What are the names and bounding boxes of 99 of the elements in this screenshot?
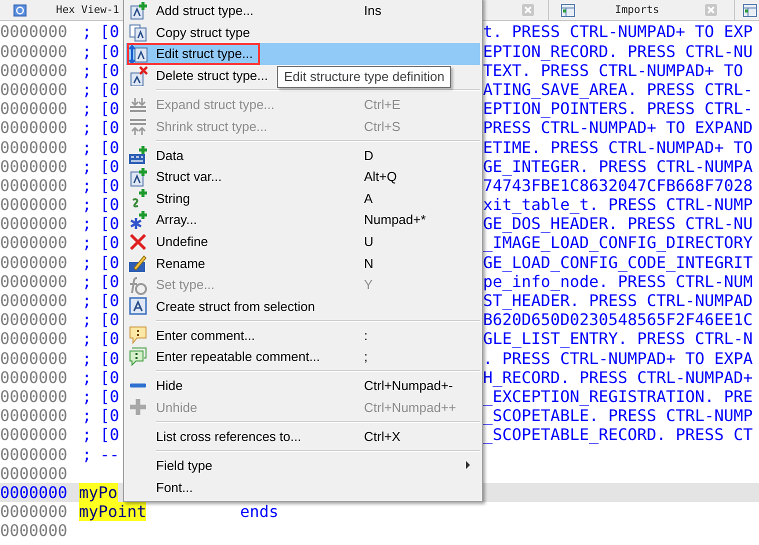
address: 0000000 bbox=[0, 118, 68, 138]
comment-text: -- bbox=[100, 444, 120, 464]
comment-text: _SCOPETABLE_RECORD. PRESS CT bbox=[483, 425, 753, 445]
address: 0000000 bbox=[0, 464, 68, 483]
comment-mark: ; bbox=[82, 233, 92, 253]
address: 0000000 bbox=[0, 329, 68, 349]
address: 0000000 bbox=[0, 214, 68, 234]
comment-text: PRESS CTRL-NUMPAD+ TO EXPAND bbox=[483, 118, 753, 138]
comment-text: H_RECORD. PRESS CTRL-NUMPAD+ bbox=[483, 368, 753, 387]
address: 0000000 bbox=[0, 310, 68, 330]
address: 0000000 bbox=[0, 386, 68, 406]
comment-text: [0 bbox=[100, 99, 120, 118]
comment-mark: ; bbox=[82, 60, 92, 80]
comment-text: ST_HEADER. PRESS CTRL-NUMPAD bbox=[483, 291, 753, 310]
comment-mark: ; bbox=[82, 99, 92, 118]
comment-text: [0 bbox=[100, 138, 120, 157]
address: 0000000 bbox=[0, 348, 68, 368]
comment-text: EPTION_RECORD. PRESS CTRL-NU bbox=[483, 42, 753, 61]
comment-mark: ; bbox=[82, 368, 92, 387]
comment-mark: ; bbox=[82, 329, 92, 349]
address: 0000000 bbox=[0, 368, 68, 387]
address: 0000000 bbox=[0, 42, 68, 61]
comment-text: [0 bbox=[100, 156, 120, 176]
address: 0000000 bbox=[0, 502, 68, 522]
comment-mark: ; bbox=[82, 138, 92, 157]
comment-text: [0 bbox=[100, 214, 120, 234]
comment-mark: ; bbox=[82, 444, 92, 464]
comment-mark: ; bbox=[82, 310, 92, 330]
comment-text: EPTION_POINTERS. PRESS CTRL- bbox=[483, 99, 753, 118]
comment-text: pe_info_node. PRESS CTRL-NUM bbox=[483, 272, 753, 292]
address: 0000000 bbox=[0, 444, 68, 464]
address: 0000000 bbox=[0, 138, 68, 157]
comment-text: ATING_SAVE_AREA. PRESS CTRL- bbox=[483, 80, 753, 100]
comment-text: _EXCEPTION_REGISTRATION. PRE bbox=[483, 386, 753, 406]
comment-mark: ; bbox=[82, 176, 92, 196]
comment-text: TEXT. PRESS CTRL-NUMPAD+ TO bbox=[483, 60, 744, 80]
comment-text: [0 bbox=[100, 252, 120, 272]
comment-text: B620D650D0230548565F2F46EE1C bbox=[483, 310, 753, 330]
comment-text: GE_INTEGER. PRESS CTRL-NUMPA bbox=[483, 156, 753, 176]
address: 0000000 bbox=[0, 521, 68, 540]
address: 0000000 bbox=[0, 482, 68, 502]
comment-text: [0 bbox=[100, 368, 120, 387]
struct-name: myPoint bbox=[79, 502, 146, 522]
comment-text: [0 bbox=[100, 348, 120, 368]
address: 0000000 bbox=[0, 80, 68, 100]
address: 0000000 bbox=[0, 156, 68, 176]
address: 0000000 bbox=[0, 252, 68, 272]
comment-mark: ; bbox=[82, 406, 92, 426]
comment-text: [0 bbox=[100, 233, 120, 253]
address: 0000000 bbox=[0, 99, 68, 118]
comment-text: [0 bbox=[100, 42, 120, 61]
comment-mark: ; bbox=[82, 22, 92, 42]
comment-mark: ; bbox=[82, 118, 92, 138]
comment-text: [0 bbox=[100, 118, 120, 138]
comment-text: [0 bbox=[100, 22, 120, 42]
comment-text: [0 bbox=[100, 310, 120, 330]
address: 0000000 bbox=[0, 291, 68, 310]
comment-text: [0 bbox=[100, 425, 120, 445]
struct-name: myPo bbox=[79, 482, 118, 502]
comment-text: [0 bbox=[100, 195, 120, 214]
comment-text: GE_DOS_HEADER. PRESS CTRL-NU bbox=[483, 214, 753, 234]
comment-mark: ; bbox=[82, 195, 92, 214]
comment-text: [0 bbox=[100, 406, 120, 426]
address: 0000000 bbox=[0, 406, 68, 426]
tooltip: Edit structure type definition bbox=[277, 66, 452, 88]
address: 0000000 bbox=[0, 176, 68, 196]
comment-text: [0 bbox=[100, 386, 120, 406]
comment-text: [0 bbox=[100, 291, 120, 310]
comment-mark: ; bbox=[82, 156, 92, 176]
comment-mark: ; bbox=[82, 425, 92, 445]
comment-mark: ; bbox=[82, 252, 92, 272]
comment-text: [0 bbox=[100, 60, 120, 80]
comment-mark: ; bbox=[82, 80, 92, 100]
comment-text: [0 bbox=[100, 80, 120, 100]
comment-text: 74743FBE1C8632047CFB668F7028 bbox=[483, 176, 753, 196]
comment-text: [0 bbox=[100, 329, 120, 349]
comment-text: ETIME. PRESS CTRL-NUMPAD+ TO bbox=[483, 138, 753, 157]
address: 0000000 bbox=[0, 233, 68, 253]
comment-mark: ; bbox=[82, 42, 92, 61]
comment-text: _IMAGE_LOAD_CONFIG_DIRECTORY bbox=[483, 233, 753, 253]
comment-text: . PRESS CTRL-NUMPAD+ TO EXPA bbox=[483, 348, 753, 368]
comment-mark: ; bbox=[82, 386, 92, 406]
comment-mark: ; bbox=[82, 291, 92, 310]
comment-text: [0 bbox=[100, 272, 120, 292]
keyword: ends bbox=[240, 502, 279, 522]
address: 0000000 bbox=[0, 425, 68, 445]
comment-text: _SCOPETABLE. PRESS CTRL-NUMP bbox=[483, 406, 753, 426]
comment-text: GE_LOAD_CONFIG_CODE_INTEGRIT bbox=[483, 252, 753, 272]
comment-text: [0 bbox=[100, 176, 120, 196]
address: 0000000 bbox=[0, 195, 68, 214]
comment-text: GLE_LIST_ENTRY. PRESS CTRL-N bbox=[483, 329, 753, 349]
comment-mark: ; bbox=[82, 214, 92, 234]
comment-mark: ; bbox=[82, 272, 92, 292]
address: 0000000 bbox=[0, 22, 68, 42]
address: 0000000 bbox=[0, 60, 68, 80]
comment-text: t. PRESS CTRL-NUMPAD+ TO EXP bbox=[483, 22, 753, 42]
address: 0000000 bbox=[0, 272, 68, 292]
comment-mark: ; bbox=[82, 348, 92, 368]
comment-text: xit_table_t. PRESS CTRL-NUMP bbox=[483, 195, 753, 214]
